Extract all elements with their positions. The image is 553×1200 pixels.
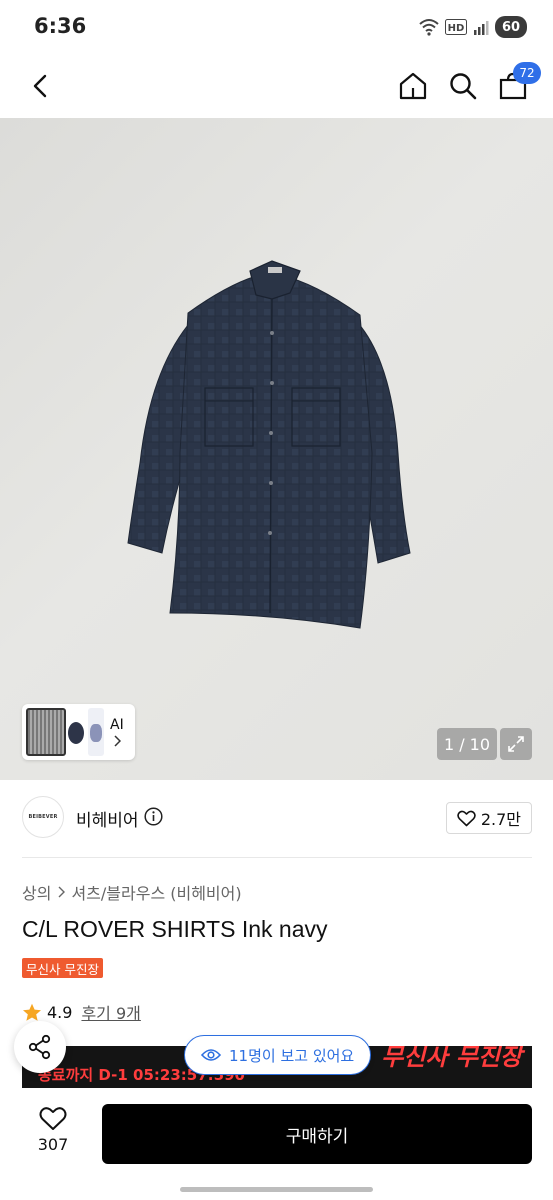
product-like-count: 307 [37,1135,69,1154]
battery-indicator: 60 [495,16,527,38]
ai-label: AI [110,717,124,733]
product-title: C/L ROVER SHIRTS Ink navy [22,916,328,942]
star-icon [23,1003,41,1021]
banner-title: 무신사 무진장 [381,1046,522,1071]
heart-icon [39,1107,67,1130]
brand-logo[interactable]: BEIBEVER [22,796,64,838]
brand-like-count: 2.7만 [480,810,521,829]
breadcrumb-category[interactable]: 상의 [22,880,51,904]
viewers-pill: 11명이 보고 있어요 [184,1035,372,1075]
thumbnail-3[interactable] [88,708,104,756]
thumbnail-1[interactable] [26,708,66,756]
eye-icon [201,1049,221,1061]
breadcrumb-subcategory[interactable]: 셔츠/블라우스 (비헤비어) [71,880,241,904]
status-time: 6:36 [34,14,87,38]
chevron-right-icon [114,735,121,747]
hd-icon: HD [445,19,467,35]
brand-row: BEIBEVER 비헤비어 2.7만 [22,796,532,842]
search-icon [450,73,477,100]
back-button[interactable] [22,68,58,104]
app-actions: 72 [395,62,541,106]
share-button[interactable] [14,1021,66,1073]
status-icons: HD 60 [419,16,527,38]
home-indicator [180,1187,373,1192]
home-icon [399,72,427,100]
chevron-right-icon [58,886,66,898]
expand-icon [508,736,524,752]
rating-score: 4.9 [47,1002,73,1022]
bottom-action-bar: 307 구매하기 [0,1088,553,1200]
brand-like-button[interactable]: 2.7만 [445,802,532,834]
thumbnail-strip[interactable]: AI [22,704,135,760]
home-button[interactable] [395,66,431,106]
review-link[interactable]: 후기 9개 [81,1000,140,1024]
product-image [127,260,411,629]
viewers-text: 11명이 보고 있어요 [229,1046,355,1065]
info-icon-button[interactable] [144,807,163,830]
info-icon [144,807,163,826]
buy-button[interactable]: 구매하기 [102,1104,532,1164]
cart-count-badge: 72 [513,62,541,84]
status-bar: 6:36 HD 60 [0,0,553,56]
thumbnail-2[interactable] [66,708,88,756]
signal-icon [474,21,489,35]
expand-button[interactable] [500,728,532,760]
chevron-left-icon [33,74,47,98]
image-counter: 1 / 10 [437,728,497,760]
divider [22,857,532,858]
search-button[interactable] [445,66,481,106]
breadcrumb: 상의 셔츠/블라우스 (비헤비어) [22,880,242,904]
heart-icon [457,810,476,826]
cart-button[interactable]: 72 [495,62,541,106]
wifi-icon [419,19,439,36]
product-image-gallery[interactable]: AI 1 / 10 [0,118,553,780]
svg-text:HD: HD [448,23,465,34]
app-bar: 72 [0,56,553,190]
product-like-button[interactable]: 307 [22,1106,84,1154]
ai-thumbnail-link[interactable]: AI [110,717,124,747]
promo-tag: 무신사 무진장 [22,958,103,978]
brand-name[interactable]: 비헤비어 [76,806,139,831]
share-icon [28,1034,51,1060]
